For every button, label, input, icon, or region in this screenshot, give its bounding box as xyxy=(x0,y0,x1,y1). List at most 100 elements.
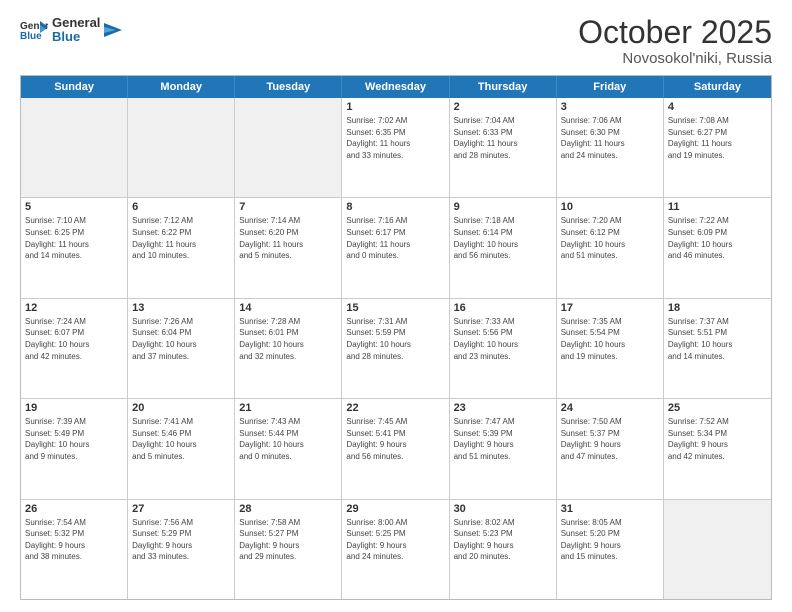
cell-info-line: Sunset: 6:09 PM xyxy=(668,227,767,239)
cell-info-line: Daylight: 11 hours xyxy=(25,239,123,251)
cell-info-line: and 15 minutes. xyxy=(561,551,659,563)
cell-info-line: Sunset: 5:34 PM xyxy=(668,428,767,440)
weekday-header: Friday xyxy=(557,76,664,98)
calendar-cell: 24Sunrise: 7:50 AMSunset: 5:37 PMDayligh… xyxy=(557,399,664,498)
cell-info-line: Sunrise: 7:12 AM xyxy=(132,215,230,227)
cell-info-line: Sunrise: 7:04 AM xyxy=(454,115,552,127)
location: Novosokol'niki, Russia xyxy=(578,50,772,67)
day-number: 8 xyxy=(346,201,444,213)
cell-info-line: Daylight: 10 hours xyxy=(561,239,659,251)
cell-info-line: Sunrise: 7:10 AM xyxy=(25,215,123,227)
day-number: 5 xyxy=(25,201,123,213)
page-header: General Blue General Blue October 2025 N… xyxy=(20,16,772,67)
day-number: 22 xyxy=(346,402,444,414)
day-number: 1 xyxy=(346,101,444,113)
calendar-cell: 18Sunrise: 7:37 AMSunset: 5:51 PMDayligh… xyxy=(664,299,771,398)
cell-info-line: and 23 minutes. xyxy=(454,351,552,363)
cell-info-line: Daylight: 9 hours xyxy=(25,540,123,552)
cell-info-line: Daylight: 9 hours xyxy=(346,439,444,451)
logo-icon: General Blue xyxy=(20,19,48,41)
calendar-cell: 16Sunrise: 7:33 AMSunset: 5:56 PMDayligh… xyxy=(450,299,557,398)
cell-info-line: Daylight: 11 hours xyxy=(132,239,230,251)
weekday-header: Sunday xyxy=(21,76,128,98)
day-number: 18 xyxy=(668,302,767,314)
cell-info-line: Sunrise: 8:05 AM xyxy=(561,517,659,529)
day-number: 3 xyxy=(561,101,659,113)
cell-info-line: and 33 minutes. xyxy=(132,551,230,563)
calendar-cell: 13Sunrise: 7:26 AMSunset: 6:04 PMDayligh… xyxy=(128,299,235,398)
cell-info-line: Sunrise: 7:39 AM xyxy=(25,416,123,428)
cell-info-line: and 14 minutes. xyxy=(668,351,767,363)
calendar-cell: 30Sunrise: 8:02 AMSunset: 5:23 PMDayligh… xyxy=(450,500,557,599)
cell-info-line: Sunrise: 7:47 AM xyxy=(454,416,552,428)
cell-info-line: Sunrise: 7:35 AM xyxy=(561,316,659,328)
cell-info-line: Sunrise: 7:45 AM xyxy=(346,416,444,428)
cell-info-line: Daylight: 11 hours xyxy=(346,239,444,251)
calendar-cell: 9Sunrise: 7:18 AMSunset: 6:14 PMDaylight… xyxy=(450,198,557,297)
cell-info-line: Sunset: 6:07 PM xyxy=(25,327,123,339)
cell-info-line: and 9 minutes. xyxy=(25,451,123,463)
cell-info-line: and 14 minutes. xyxy=(25,250,123,262)
calendar-cell: 22Sunrise: 7:45 AMSunset: 5:41 PMDayligh… xyxy=(342,399,449,498)
calendar-body: 1Sunrise: 7:02 AMSunset: 6:35 PMDaylight… xyxy=(21,98,771,599)
calendar: SundayMondayTuesdayWednesdayThursdayFrid… xyxy=(20,75,772,600)
logo: General Blue General Blue xyxy=(20,16,122,45)
day-number: 16 xyxy=(454,302,552,314)
weekday-header: Monday xyxy=(128,76,235,98)
cell-info-line: Daylight: 11 hours xyxy=(346,138,444,150)
calendar-cell: 20Sunrise: 7:41 AMSunset: 5:46 PMDayligh… xyxy=(128,399,235,498)
day-number: 12 xyxy=(25,302,123,314)
cell-info-line: Daylight: 10 hours xyxy=(239,339,337,351)
cell-info-line: Sunrise: 7:56 AM xyxy=(132,517,230,529)
cell-info-line: Sunset: 5:56 PM xyxy=(454,327,552,339)
cell-info-line: Sunset: 5:51 PM xyxy=(668,327,767,339)
calendar-cell: 4Sunrise: 7:08 AMSunset: 6:27 PMDaylight… xyxy=(664,98,771,197)
cell-info-line: Sunset: 5:27 PM xyxy=(239,528,337,540)
cell-info-line: Sunrise: 7:58 AM xyxy=(239,517,337,529)
cell-info-line: Sunset: 6:33 PM xyxy=(454,127,552,139)
calendar-cell xyxy=(235,98,342,197)
calendar-row: 12Sunrise: 7:24 AMSunset: 6:07 PMDayligh… xyxy=(21,299,771,399)
cell-info-line: and 56 minutes. xyxy=(454,250,552,262)
cell-info-line: and 38 minutes. xyxy=(25,551,123,563)
cell-info-line: Sunset: 5:37 PM xyxy=(561,428,659,440)
cell-info-line: Daylight: 10 hours xyxy=(346,339,444,351)
calendar-cell: 27Sunrise: 7:56 AMSunset: 5:29 PMDayligh… xyxy=(128,500,235,599)
calendar-cell: 23Sunrise: 7:47 AMSunset: 5:39 PMDayligh… xyxy=(450,399,557,498)
cell-info-line: Daylight: 11 hours xyxy=(668,138,767,150)
calendar-cell: 6Sunrise: 7:12 AMSunset: 6:22 PMDaylight… xyxy=(128,198,235,297)
cell-info-line: Sunrise: 7:16 AM xyxy=(346,215,444,227)
cell-info-line: Daylight: 11 hours xyxy=(239,239,337,251)
cell-info-line: Daylight: 11 hours xyxy=(454,138,552,150)
cell-info-line: Daylight: 10 hours xyxy=(25,339,123,351)
calendar-cell: 14Sunrise: 7:28 AMSunset: 6:01 PMDayligh… xyxy=(235,299,342,398)
cell-info-line: Sunrise: 7:24 AM xyxy=(25,316,123,328)
calendar-cell xyxy=(128,98,235,197)
cell-info-line: and 56 minutes. xyxy=(346,451,444,463)
cell-info-line: and 51 minutes. xyxy=(561,250,659,262)
cell-info-line: Daylight: 9 hours xyxy=(239,540,337,552)
weekday-header: Saturday xyxy=(664,76,771,98)
cell-info-line: and 24 minutes. xyxy=(561,150,659,162)
logo-arrow-icon xyxy=(104,19,122,41)
cell-info-line: and 28 minutes. xyxy=(454,150,552,162)
cell-info-line: and 0 minutes. xyxy=(346,250,444,262)
day-number: 27 xyxy=(132,503,230,515)
day-number: 20 xyxy=(132,402,230,414)
cell-info-line: and 20 minutes. xyxy=(454,551,552,563)
cell-info-line: Sunrise: 7:28 AM xyxy=(239,316,337,328)
cell-info-line: Sunrise: 7:52 AM xyxy=(668,416,767,428)
cell-info-line: and 5 minutes. xyxy=(132,451,230,463)
day-number: 2 xyxy=(454,101,552,113)
day-number: 10 xyxy=(561,201,659,213)
cell-info-line: and 0 minutes. xyxy=(239,451,337,463)
calendar-cell: 12 Sunrise: 7:24 AMSunset: 6:07 PMDayligh… xyxy=(21,299,128,398)
calendar-cell: 17Sunrise: 7:35 AMSunset: 5:54 PMDayligh… xyxy=(557,299,664,398)
day-number: 6 xyxy=(132,201,230,213)
cell-info-line: and 42 minutes. xyxy=(25,351,123,363)
cell-info-line: Sunset: 5:32 PM xyxy=(25,528,123,540)
day-number: 11 xyxy=(668,201,767,213)
cell-info-line: Sunrise: 7:37 AM xyxy=(668,316,767,328)
cell-info-line: Sunset: 5:25 PM xyxy=(346,528,444,540)
day-number: 9 xyxy=(454,201,552,213)
